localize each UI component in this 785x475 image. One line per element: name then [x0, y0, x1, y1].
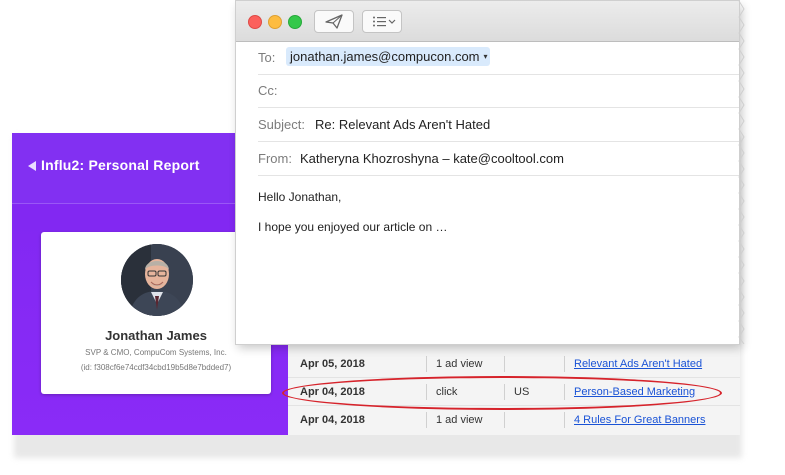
click-row-highlight [282, 376, 722, 410]
back-arrow-icon[interactable] [28, 161, 36, 171]
column-divider [504, 356, 505, 372]
chevron-down-icon[interactable]: ▾ [484, 47, 488, 66]
table-row: Apr 05, 2018 1 ad view Relevant Ads Aren… [288, 352, 740, 378]
mail-compose-window: To: jonathan.james@compucon.com ▾ Cc: Su… [235, 0, 745, 345]
recipient-address: jonathan.james@compucon.com [290, 49, 480, 64]
from-label: From: [258, 151, 292, 166]
body-line[interactable]: I hope you enjoyed our article on … [258, 220, 447, 234]
column-divider [564, 356, 565, 372]
cc-label: Cc: [258, 83, 278, 98]
subject-value: Re: Relevant Ads Aren't Hated [315, 117, 491, 132]
body-greeting[interactable]: Hello Jonathan, [258, 190, 341, 204]
paper-plane-icon [325, 14, 343, 29]
row-action: 1 ad view [436, 414, 483, 426]
column-divider [564, 412, 565, 428]
cc-field[interactable]: Cc: [258, 74, 739, 108]
to-label: To: [258, 50, 276, 65]
format-list-button[interactable] [362, 10, 402, 33]
list-icon [373, 16, 396, 27]
to-field[interactable]: To: jonathan.james@compucon.com ▾ [258, 41, 739, 75]
person-id: (id: f308cf6e74cdf34cbd19b5d8e7bdded7) [80, 363, 232, 372]
avatar [121, 244, 193, 316]
mail-toolbar [236, 1, 739, 42]
subject-field[interactable]: Subject: Re: Relevant Ads Aren't Hated [258, 108, 739, 142]
minimize-window-button[interactable] [268, 15, 282, 29]
zoom-window-button[interactable] [288, 15, 302, 29]
app-title: Influ2: Personal Report [41, 157, 200, 173]
from-field[interactable]: From: Katheryna Khozroshyna – kate@coolt… [258, 142, 739, 176]
column-divider [504, 412, 505, 428]
torn-edge [738, 1, 745, 344]
row-action: 1 ad view [436, 358, 483, 370]
close-window-button[interactable] [248, 15, 262, 29]
table-row: Apr 04, 2018 1 ad view 4 Rules For Great… [288, 408, 740, 433]
from-value: Katheryna Khozroshyna – kate@cooltool.co… [300, 151, 564, 166]
recipient-chip[interactable]: jonathan.james@compucon.com ▾ [286, 47, 490, 66]
send-button[interactable] [314, 10, 354, 33]
subject-label: Subject: [258, 117, 305, 132]
row-date: Apr 05, 2018 [300, 358, 365, 370]
column-divider [426, 356, 427, 372]
column-divider [426, 412, 427, 428]
row-article-link[interactable]: Relevant Ads Aren't Hated [574, 358, 702, 370]
row-date: Apr 04, 2018 [300, 414, 365, 426]
person-title: SVP & CMO, CompuCom Systems, Inc. [85, 348, 227, 357]
row-article-link[interactable]: 4 Rules For Great Banners [574, 414, 705, 426]
